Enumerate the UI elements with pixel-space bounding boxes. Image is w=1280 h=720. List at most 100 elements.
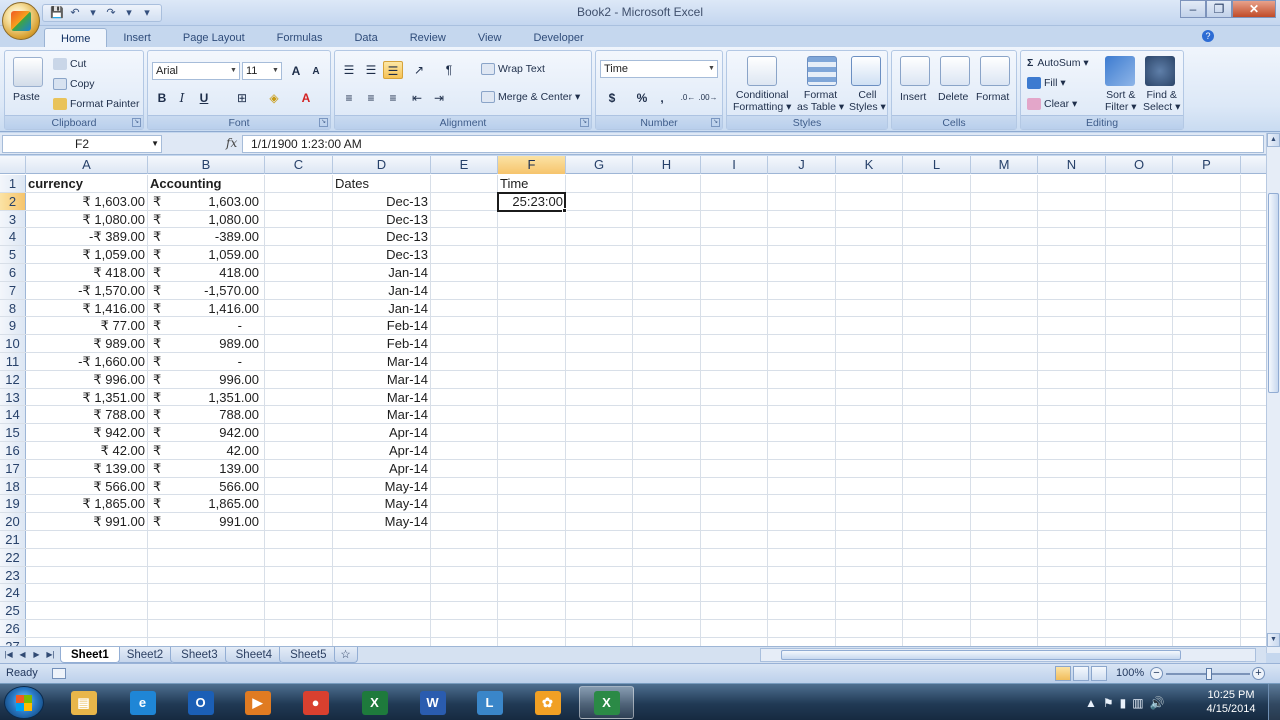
cell-h7[interactable] xyxy=(633,281,701,299)
cell-e19[interactable] xyxy=(431,495,498,513)
font-launcher-icon[interactable]: ↘ xyxy=(319,118,328,127)
cell-e24[interactable] xyxy=(431,584,498,602)
cell-o3[interactable] xyxy=(1106,210,1173,228)
cell-e14[interactable] xyxy=(431,406,498,424)
underline-button[interactable]: U xyxy=(194,89,214,107)
cell-f5[interactable] xyxy=(498,246,566,263)
cell-h25[interactable] xyxy=(633,602,701,619)
cell-i13[interactable] xyxy=(701,388,768,406)
cell-o22[interactable] xyxy=(1106,548,1173,566)
cell-j16[interactable] xyxy=(768,442,836,459)
cell-o24[interactable] xyxy=(1106,584,1173,602)
cell-l9[interactable] xyxy=(903,317,971,335)
cell-g4[interactable] xyxy=(566,228,633,246)
cell-n7[interactable] xyxy=(1038,281,1106,299)
cell-k23[interactable] xyxy=(836,566,903,584)
cell-p14[interactable] xyxy=(1173,406,1241,424)
cell-f24[interactable] xyxy=(498,584,566,602)
cell-h23[interactable] xyxy=(633,566,701,584)
cell-f15[interactable] xyxy=(498,424,566,441)
cell-j3[interactable] xyxy=(768,210,836,228)
cell-i17[interactable] xyxy=(701,459,768,477)
cell-e1[interactable] xyxy=(431,175,498,192)
cell-f6[interactable] xyxy=(498,264,566,281)
cell-i9[interactable] xyxy=(701,317,768,335)
cell-j18[interactable] xyxy=(768,477,836,495)
cell-e11[interactable] xyxy=(431,353,498,370)
row-header[interactable]: 19 xyxy=(0,495,26,513)
column-header-c[interactable]: C xyxy=(265,156,333,174)
cell-k3[interactable] xyxy=(836,210,903,228)
font-name-select[interactable]: Arial ▼ xyxy=(152,62,240,80)
cell-p20[interactable] xyxy=(1173,513,1241,530)
cell-l24[interactable] xyxy=(903,584,971,602)
cell-i19[interactable] xyxy=(701,495,768,513)
cell-f17[interactable] xyxy=(498,459,566,477)
cell-j26[interactable] xyxy=(768,620,836,637)
cell-c24[interactable] xyxy=(265,584,333,602)
row-header[interactable]: 9 xyxy=(0,317,26,335)
cell-f16[interactable] xyxy=(498,442,566,459)
vertical-scroll-thumb[interactable] xyxy=(1268,193,1279,393)
cell-h9[interactable] xyxy=(633,317,701,335)
cell-a20[interactable]: ₹ 991.00 xyxy=(26,513,148,530)
cell-m10[interactable] xyxy=(971,335,1038,352)
cell-d1[interactable]: Dates xyxy=(333,175,431,192)
cell-b17[interactable]: ₹139.00 xyxy=(148,459,265,477)
cell-c21[interactable] xyxy=(265,531,333,548)
wrap-text-button[interactable]: Wrap Text xyxy=(481,63,545,76)
fill-color-icon[interactable]: ◈ xyxy=(264,89,284,107)
cell-a27[interactable] xyxy=(26,637,148,646)
taskbar-app-word[interactable]: W xyxy=(405,686,460,719)
cell-l23[interactable] xyxy=(903,566,971,584)
comma-button[interactable]: , xyxy=(652,89,672,107)
cell-n10[interactable] xyxy=(1038,335,1106,352)
cell-c20[interactable] xyxy=(265,513,333,530)
tab-page-layout[interactable]: Page Layout xyxy=(167,28,261,48)
increase-decimal-button[interactable]: .0← xyxy=(678,89,698,107)
row-header[interactable]: 27 xyxy=(0,637,26,646)
cell-j1[interactable] xyxy=(768,175,836,192)
column-header-l[interactable]: L xyxy=(903,156,971,174)
zoom-out-icon[interactable]: − xyxy=(1150,667,1163,680)
column-header-p[interactable]: P xyxy=(1173,156,1241,174)
cell-d25[interactable] xyxy=(333,602,431,619)
name-box[interactable]: F2 ▼ xyxy=(2,135,162,153)
office-button[interactable] xyxy=(2,2,40,40)
cell-b23[interactable] xyxy=(148,566,265,584)
cell-k24[interactable] xyxy=(836,584,903,602)
percent-button[interactable]: % xyxy=(632,89,652,107)
cell-b7[interactable]: ₹ -1,570.00 xyxy=(148,281,265,299)
cell-l7[interactable] xyxy=(903,281,971,299)
column-header-g[interactable]: G xyxy=(566,156,633,174)
cell-p6[interactable] xyxy=(1173,264,1241,281)
paste-button[interactable]: Paste xyxy=(13,91,40,103)
cell-f2[interactable]: 25:23:00 xyxy=(498,192,566,210)
cell-m14[interactable] xyxy=(971,406,1038,424)
italic-button[interactable]: I xyxy=(172,89,192,107)
row-header[interactable]: 8 xyxy=(0,299,26,317)
cell-a6[interactable]: ₹ 418.00 xyxy=(26,264,148,281)
cell-i2[interactable] xyxy=(701,192,768,210)
column-header-n[interactable]: N xyxy=(1038,156,1106,174)
cell-d20[interactable]: May-14 xyxy=(333,513,431,530)
align-bottom-icon[interactable]: ☰ xyxy=(383,61,403,79)
cell-l10[interactable] xyxy=(903,335,971,352)
cell-k1[interactable] xyxy=(836,175,903,192)
cell-h11[interactable] xyxy=(633,353,701,370)
cell-c26[interactable] xyxy=(265,620,333,637)
copy-button[interactable]: Copy xyxy=(53,78,95,91)
align-right-icon[interactable]: ≡ xyxy=(383,89,403,107)
cell-m26[interactable] xyxy=(971,620,1038,637)
cell-k25[interactable] xyxy=(836,602,903,619)
cell-c4[interactable] xyxy=(265,228,333,246)
cell-h8[interactable] xyxy=(633,299,701,317)
cell-g17[interactable] xyxy=(566,459,633,477)
cell-h19[interactable] xyxy=(633,495,701,513)
cell-i8[interactable] xyxy=(701,299,768,317)
borders-icon[interactable]: ⊞ xyxy=(232,89,252,107)
cell-h3[interactable] xyxy=(633,210,701,228)
cell-c17[interactable] xyxy=(265,459,333,477)
cell-k17[interactable] xyxy=(836,459,903,477)
cell-k18[interactable] xyxy=(836,477,903,495)
